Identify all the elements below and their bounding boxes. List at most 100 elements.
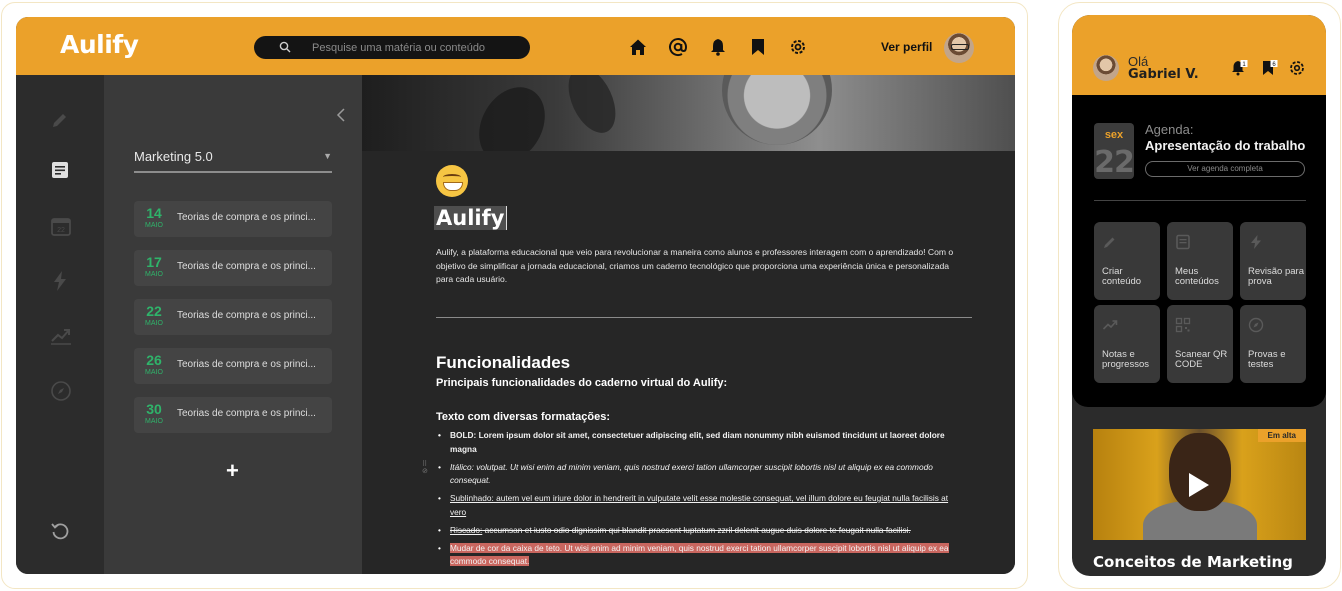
document-icon[interactable] [50,160,70,180]
calendar-icon[interactable]: 22 [50,215,71,236]
search-input[interactable] [312,38,512,57]
bell-icon[interactable]: 1 [1230,59,1248,77]
note-month: MAIO [145,320,163,327]
tile-grades[interactable]: Notas e progressos [1094,305,1160,383]
note-day: 17 [146,254,162,270]
notebook-select-label: Marketing 5.0 [134,149,213,164]
agenda-label: Agenda: [1145,122,1194,137]
list-item-bold[interactable]: BOLD: Lorem ipsum dolor sit amet, consec… [436,429,966,456]
avatar[interactable] [1093,55,1119,81]
tile-label: Criar conteúdo [1102,266,1142,287]
format-list: BOLD: Lorem ipsum dolor sit amet, consec… [436,429,966,573]
note-day: 22 [146,303,162,319]
notebook-select[interactable]: Marketing 5.0 ▼ [134,147,332,173]
trend-icon[interactable] [50,325,71,345]
tile-label: Scanear QR CODE [1175,349,1228,370]
section-heading[interactable]: Funcionalidades [436,353,570,373]
svg-text:22: 22 [57,227,65,234]
list-item-italic[interactable]: Itálico: volutpat. Ut wisi enim ad minim… [436,461,966,488]
mobile-dashboard: sex 22 Agenda: Apresentação do trabalho … [1072,95,1326,407]
formats-heading[interactable]: Texto com diversas formatações: [436,411,610,423]
avatar[interactable] [944,33,974,63]
document-icon [1175,234,1191,250]
search-icon [279,41,291,53]
cover-photo [722,75,832,145]
compass-icon[interactable] [50,380,71,401]
drag-handle-icon[interactable]: ⠿ ⊘ [422,461,428,475]
play-icon[interactable] [1189,473,1209,497]
pencil-icon[interactable] [50,110,70,130]
notes-panel: Marketing 5.0 ▼ 14 MAIO Teorias de compr… [104,75,362,574]
cover-decoration [466,75,558,151]
tile-label: Revisão para prova [1248,266,1304,287]
bolt-icon[interactable] [50,270,70,291]
gear-icon[interactable] [788,37,808,57]
divider [436,317,972,318]
top-bar: Aulify Ver perfil [16,17,1015,75]
note-day: 30 [146,401,162,417]
note-month: MAIO [145,222,163,229]
caret-down-icon: ▼ [323,151,332,161]
undo-icon[interactable] [50,521,70,541]
pencil-icon [1102,234,1118,250]
note-month: MAIO [145,369,163,376]
course-title[interactable]: Conceitos de Marketing [1093,553,1293,571]
bookmark-icon[interactable]: 6 [1260,59,1278,77]
document-intro[interactable]: Aulify, a plataforma educacional que vei… [436,246,956,287]
trend-icon [1102,317,1118,333]
tile-my-content[interactable]: Meus conteúdos [1167,222,1233,300]
home-icon[interactable] [628,37,648,57]
tile-label: Provas e testes [1248,349,1286,370]
tile-review[interactable]: Revisão para prova [1240,222,1306,300]
user-name: Gabriel V. [1128,67,1199,82]
list-item-strike[interactable]: Riscado: accumsan et iusto odio dignissi… [436,524,966,538]
note-title: Teorias de compra e os princi... [177,408,316,419]
note-item[interactable]: 14 MAIO Teorias de compra e os princi... [134,201,332,237]
note-item[interactable]: 26 MAIO Teorias de compra e os princi... [134,348,332,384]
section-subheading[interactable]: Principais funcionalidades do caderno vi… [436,377,727,389]
note-month: MAIO [145,418,163,425]
divider [1094,200,1306,201]
icon-rail: 22 [16,75,104,574]
note-title: Teorias de compra e os princi... [177,212,316,223]
note-day: 26 [146,352,162,368]
agenda-date: sex 22 [1094,123,1134,179]
grinning-emoji-icon[interactable] [436,165,468,197]
search-bar[interactable] [254,36,530,59]
collapse-panel-button[interactable] [336,107,346,128]
mobile-app: Olá Gabriel V. 1 6 sex 22 Agenda: Aprese… [1072,15,1326,576]
note-item[interactable]: 17 MAIO Teorias de compra e os princi... [134,250,332,286]
bell-icon[interactable] [708,37,728,57]
mobile-header: Olá Gabriel V. 1 6 [1072,15,1326,95]
logo[interactable]: Aulify [60,30,139,59]
tile-label: Meus conteúdos [1175,266,1219,287]
note-month: MAIO [145,271,163,278]
agenda-title[interactable]: Apresentação do trabalho [1145,138,1310,153]
tile-create-content[interactable]: Criar conteúdo [1094,222,1160,300]
tile-qr[interactable]: Scanear QR CODE [1167,305,1233,383]
document-title[interactable]: Aulify [434,206,508,230]
tile-tests[interactable]: Provas e testes [1240,305,1306,383]
note-title: Teorias de compra e os princi... [177,310,316,321]
note-item[interactable]: 30 MAIO Teorias de compra e os princi... [134,397,332,433]
bookmark-icon[interactable] [748,37,768,57]
desktop-app: Aulify Ver perfil [16,17,1015,574]
profile-link[interactable]: Ver perfil [881,40,932,54]
gear-icon[interactable] [1288,59,1306,77]
tile-label: Notas e progressos [1102,349,1149,370]
bolt-icon [1248,234,1264,250]
cover-decoration [559,75,625,141]
trending-badge: Em alta [1257,429,1306,442]
list-item-underline[interactable]: Sublinhado: autem vel eum iriure dolor i… [436,492,966,519]
view-agenda-button[interactable]: Ver agenda completa [1145,161,1305,177]
document-editor[interactable]: Aulify Aulify, a plataforma educacional … [362,151,1015,574]
list-item-highlight[interactable]: Mudar de cor da caixa de teto. Ut wisi e… [436,542,966,569]
note-title: Teorias de compra e os princi... [177,261,316,272]
note-title: Teorias de compra e os princi... [177,359,316,370]
note-item[interactable]: 22 MAIO Teorias de compra e os princi... [134,299,332,335]
video-thumbnail[interactable]: Em alta [1093,429,1306,540]
strike-prefix: Riscado: [450,524,483,535]
at-icon[interactable] [668,37,688,57]
add-note-button[interactable]: + [226,458,239,484]
chevron-left-icon [336,108,345,122]
